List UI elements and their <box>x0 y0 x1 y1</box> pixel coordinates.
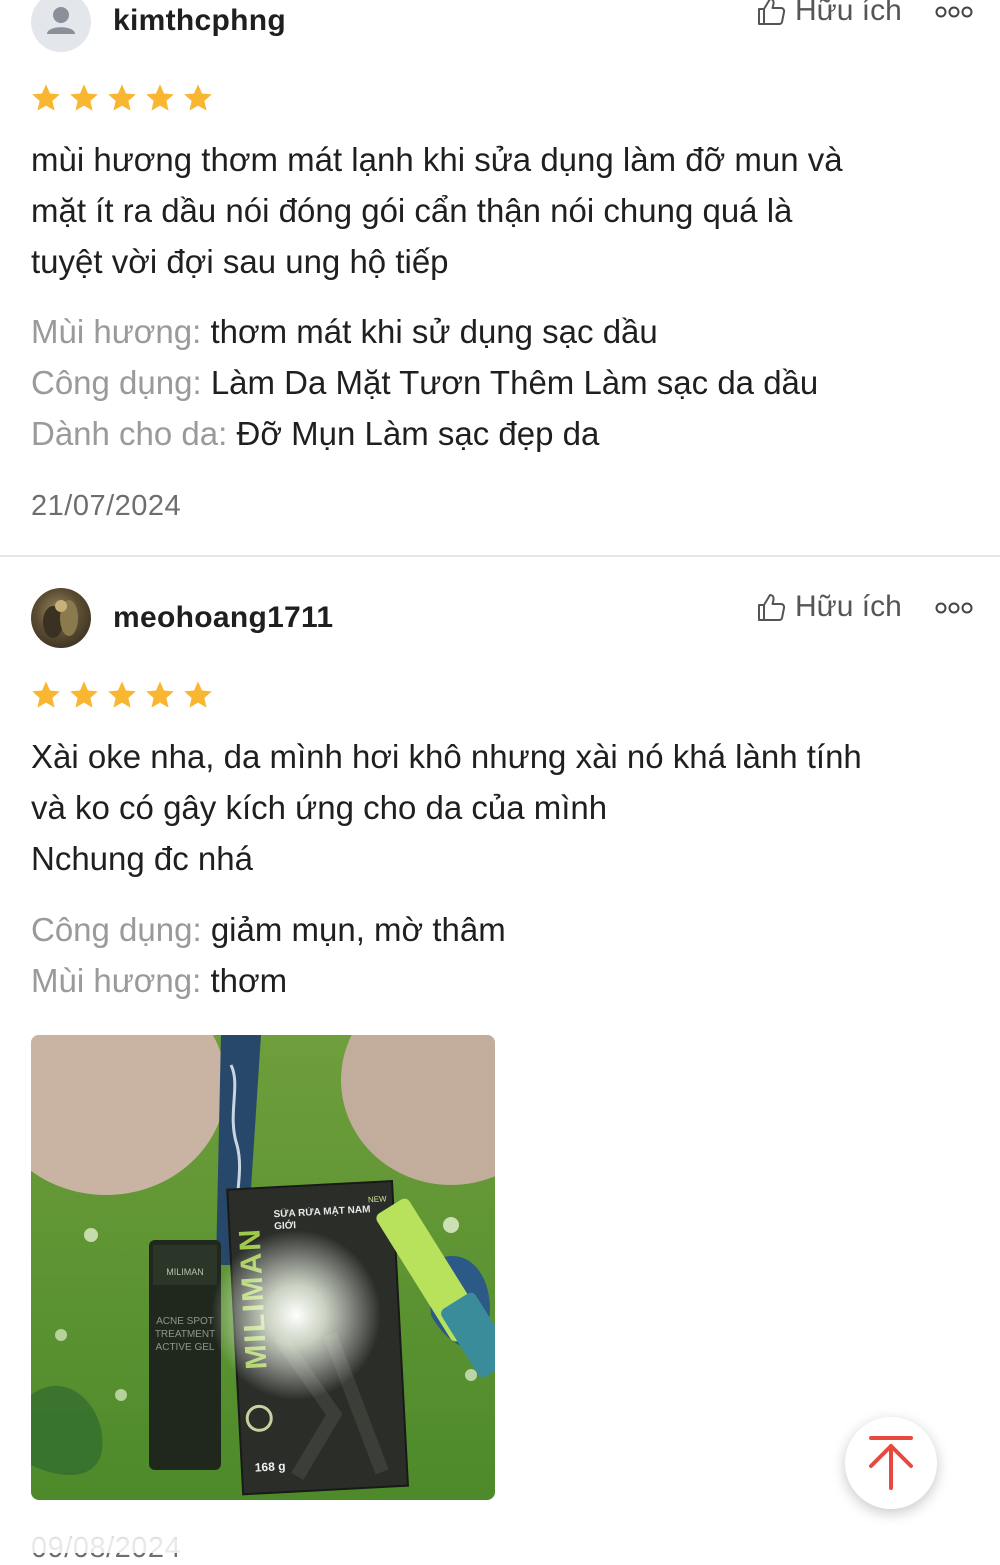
attribute-label: Mùi hương: <box>31 962 202 999</box>
star-icon <box>70 84 98 111</box>
review-text: mùi hương thơm mát lạnh khi sửa dụng làm… <box>31 141 843 280</box>
attribute-row: Công dụng: giảm mụn, mờ thâm <box>31 904 971 955</box>
star-icon <box>184 84 212 111</box>
star-rating <box>30 679 214 711</box>
attribute-label: Công dụng: <box>31 911 202 948</box>
attribute-value: Làm Da Mặt Tươn Thêm Làm sạc da dầu <box>210 364 819 401</box>
more-icon[interactable] <box>934 2 974 22</box>
review-date: 21/07/2024 <box>31 490 182 522</box>
star-icon <box>146 681 174 708</box>
avatar-image <box>43 600 78 638</box>
attribute-row: Mùi hương: thơm mát khi sử dụng sạc dầu <box>31 306 971 357</box>
user-icon <box>47 7 75 34</box>
star-icon <box>108 681 136 708</box>
review-photo[interactable]: MILIMAN ACNE SPOT TREATMENT ACTIVE GEL M… <box>31 1035 495 1500</box>
review-attributes: Công dụng: giảm mụn, mờ thâm Mùi hương: … <box>31 904 971 1006</box>
attribute-label: Dành cho da: <box>31 415 228 452</box>
divider <box>0 555 1000 557</box>
more-icon[interactable] <box>934 598 974 618</box>
star-rating <box>30 82 214 114</box>
review-attributes: Mùi hương: thơm mát khi sử dụng sạc dầu … <box>31 306 971 459</box>
helpful-label: Hữu ích <box>795 590 902 623</box>
attribute-label: Mùi hương: <box>31 313 202 350</box>
box-weight: 168 g <box>254 1459 285 1475</box>
star-icon <box>108 84 136 111</box>
thumbs-up-icon <box>758 0 786 25</box>
scroll-to-top-button[interactable] <box>845 1417 937 1509</box>
helpful-button[interactable]: Hữu ích <box>755 590 902 624</box>
tube-brand: MILIMAN <box>166 1267 204 1277</box>
username[interactable]: meohoang1711 <box>113 601 333 635</box>
attribute-value: thơm mát khi sử dụng sạc dầu <box>210 313 658 350</box>
box-title: SỮA RỬA MẶT NAM GIỚI <box>273 1204 371 1233</box>
review-date: 09/08/2024 <box>31 1532 182 1564</box>
attribute-row: Mùi hương: thơm <box>31 955 971 1006</box>
attribute-value: thơm <box>210 962 288 999</box>
review-photo-image: MILIMAN ACNE SPOT TREATMENT ACTIVE GEL M… <box>31 1035 495 1500</box>
attribute-label: Công dụng: <box>31 364 202 401</box>
tube-label: ACNE SPOT TREATMENT ACTIVE GEL <box>154 1316 216 1353</box>
attribute-row: Công dụng: Làm Da Mặt Tươn Thêm Làm sạc … <box>31 357 971 408</box>
arrow-up-icon <box>869 1436 913 1490</box>
attribute-value: Đỡ Mụn Làm sạc đẹp da <box>236 415 600 452</box>
avatar[interactable] <box>31 588 91 648</box>
star-icon <box>32 681 60 708</box>
star-icon <box>32 84 60 111</box>
avatar[interactable] <box>31 0 91 52</box>
star-icon <box>184 681 212 708</box>
thumbs-up-icon <box>758 594 786 621</box>
star-icon <box>70 681 98 708</box>
new-badge: NEW <box>368 1194 388 1204</box>
username[interactable]: kimthcphng <box>113 4 286 38</box>
helpful-button[interactable]: Hữu ích <box>755 0 902 28</box>
star-icon <box>146 84 174 111</box>
attribute-row: Dành cho da: Đỡ Mụn Làm sạc đẹp da <box>31 408 971 459</box>
helpful-label: Hữu ích <box>795 0 902 27</box>
review-text: Xài oke nha, da mình hơi khô nhưng xài n… <box>31 738 862 877</box>
attribute-value: giảm mụn, mờ thâm <box>210 911 506 948</box>
